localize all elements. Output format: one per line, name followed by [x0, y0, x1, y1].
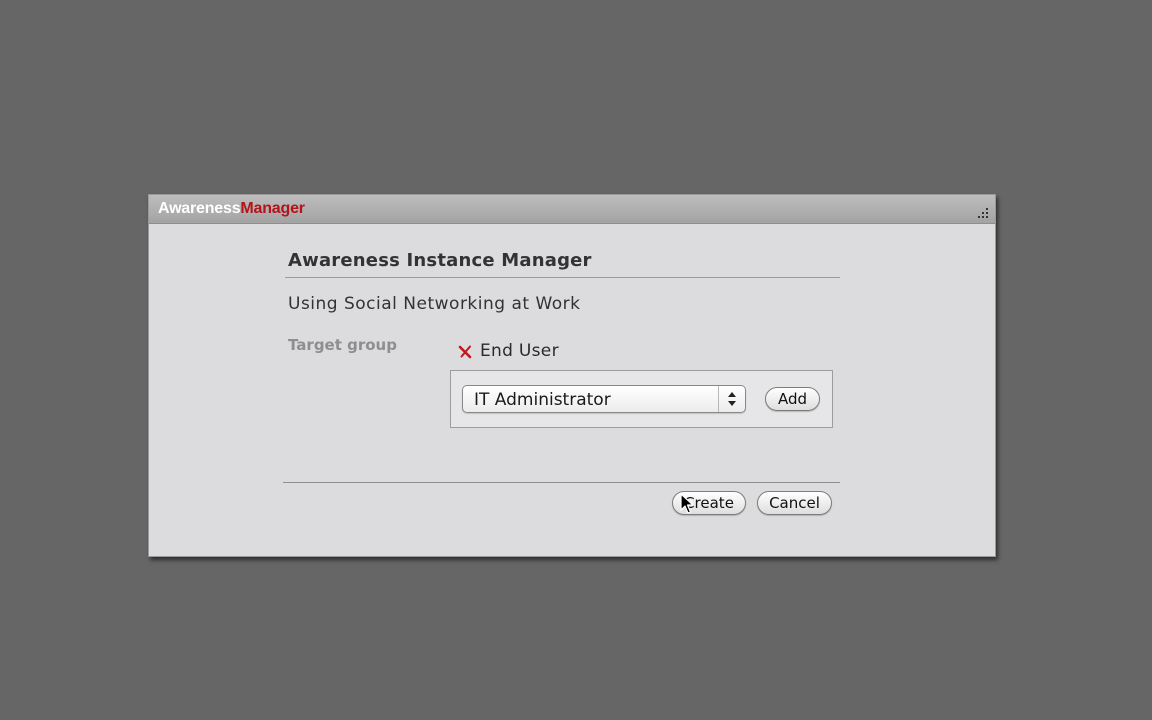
cancel-button[interactable]: Cancel — [757, 491, 832, 515]
select-arrows-icon — [718, 386, 745, 412]
footer-divider — [283, 482, 840, 483]
dialog-content: Awareness Instance Manager Using Social … — [149, 223, 995, 557]
instance-title: Using Social Networking at Work — [288, 294, 581, 314]
resize-grip-icon[interactable] — [977, 208, 989, 220]
selected-group-end-user: End User — [458, 341, 559, 361]
add-group-button[interactable]: Add — [765, 387, 820, 411]
group-select-value: IT Administrator — [474, 390, 611, 410]
remove-x-icon[interactable] — [458, 344, 472, 359]
dialog-heading: Awareness Instance Manager — [288, 250, 592, 271]
title-bar[interactable]: AwarenessManager — [149, 195, 995, 224]
logo-text-manager: Manager — [240, 200, 305, 217]
selected-group-label: End User — [480, 341, 559, 361]
mouse-cursor-icon — [680, 493, 694, 514]
awareness-manager-window: AwarenessManager Awareness Instance Mana… — [148, 194, 996, 557]
heading-divider — [285, 277, 840, 278]
group-select[interactable]: IT Administrator — [462, 385, 746, 413]
target-group-label: Target group — [288, 336, 397, 354]
app-logo: AwarenessManager — [158, 201, 305, 217]
group-picker-box: IT Administrator Add — [450, 370, 833, 428]
logo-text-awareness: Awareness — [158, 200, 241, 217]
